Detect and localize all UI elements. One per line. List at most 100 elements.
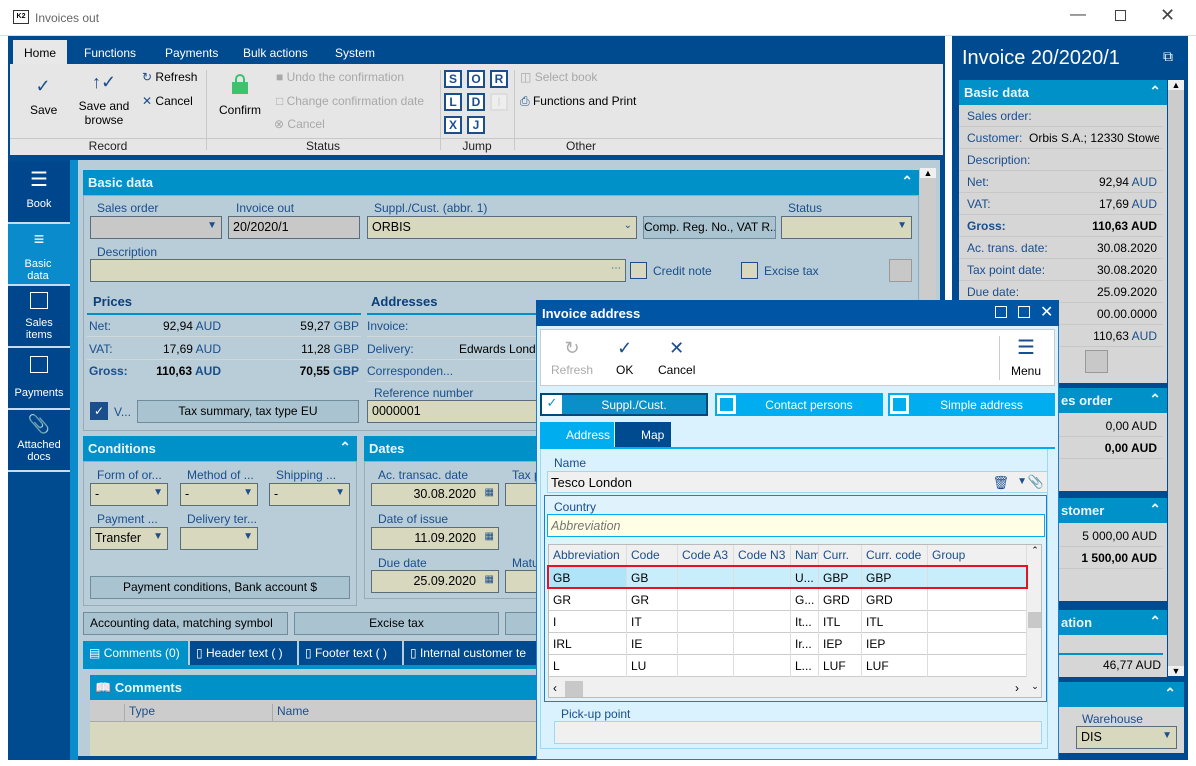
invoice-out-field[interactable]: 20/2020/1	[228, 216, 360, 239]
collapse-icon[interactable]: ⌃	[1149, 83, 1161, 100]
reference-number-field[interactable]: 0000001	[367, 400, 539, 423]
toggle-suppl-cust[interactable]: ✓ Suppl./Cust.	[540, 393, 708, 416]
grid-scrollbar-horizontal[interactable]: ‹ ›	[549, 679, 1027, 697]
jump-r-button[interactable]: R	[490, 70, 508, 88]
trash-icon[interactable]: 🗑	[992, 475, 1009, 491]
ac-transac-date-field[interactable]: 30.08.2020 ▦	[371, 483, 499, 506]
status-field[interactable]: ▼	[781, 216, 912, 239]
close-button[interactable]: ✕	[1160, 5, 1175, 26]
comp-reg-no-button[interactable]: Comp. Reg. No., VAT R...	[643, 216, 776, 239]
collapse-icon[interactable]: ⌃	[1149, 501, 1161, 518]
toggle-contact-persons[interactable]: Contact persons	[715, 393, 883, 416]
collapse-icon[interactable]: ⌃	[1149, 391, 1161, 408]
color-swatch[interactable]	[889, 259, 912, 282]
maximize-button[interactable]	[1115, 10, 1126, 21]
accounting-data-button[interactable]: Accounting data, matching symbol	[83, 612, 288, 635]
confirm-button[interactable]: Confirm	[217, 74, 263, 117]
excise-tax-checkbox[interactable]	[741, 262, 758, 279]
dialog-refresh-button[interactable]: ↻ Refresh	[551, 338, 593, 377]
dialog-tab-address[interactable]: Address	[540, 422, 614, 447]
excise-tax-button[interactable]: Excise tax	[294, 612, 499, 635]
supplier-customer-field[interactable]: ORBIS ⌄	[367, 216, 637, 239]
jump-d-button[interactable]: D	[467, 93, 485, 111]
due-date-field[interactable]: 25.09.2020 ▦	[371, 570, 499, 593]
functions-and-print-button[interactable]: ⎙ Functions and Print	[520, 94, 636, 109]
column-header[interactable]: Code N3	[734, 545, 791, 565]
grid-row[interactable]: I IT It... ITL ITL	[549, 611, 1027, 633]
right-scrollbar[interactable]: ▲ ▼	[1168, 80, 1184, 676]
country-abbreviation-input[interactable]	[547, 514, 1045, 537]
date-of-issue-field[interactable]: 11.09.2020 ▦	[371, 527, 499, 550]
collapse-icon[interactable]: ⌃	[1149, 613, 1161, 630]
jump-i-button[interactable]: I	[490, 93, 508, 111]
jump-j-button[interactable]: J	[467, 116, 485, 134]
payment-field[interactable]: Transfer ▼	[90, 527, 168, 550]
refresh-button[interactable]: ↻ Refresh	[142, 70, 197, 84]
collapse-icon[interactable]: ⌃	[1164, 685, 1176, 702]
dialog-cancel-button[interactable]: ✕ Cancel	[658, 338, 695, 377]
column-type[interactable]: Type	[124, 704, 155, 722]
column-header[interactable]: Code	[627, 545, 678, 565]
tax-summary-button[interactable]: Tax summary, tax type EU	[137, 400, 359, 423]
tab-comments[interactable]: ▤ Comments (0)	[83, 641, 188, 665]
change-confirmation-date-button[interactable]: □ Change confirmation date	[276, 94, 424, 108]
column-header[interactable]: Abbreviation	[549, 545, 627, 565]
maximize-icon[interactable]	[1018, 306, 1030, 318]
v-checkbox[interactable]: ✓	[90, 402, 108, 420]
grid-row[interactable]: GR GR G... GRD GRD	[549, 589, 1027, 611]
ellipsis-icon[interactable]: ⋯	[611, 263, 621, 274]
tab-internal-customer-text[interactable]: ▯ Internal customer te	[404, 641, 540, 665]
pickup-point-field[interactable]	[554, 721, 1042, 744]
shipping-field[interactable]: - ▼	[269, 483, 350, 506]
dialog-ok-button[interactable]: ✓ OK	[616, 338, 633, 377]
ribbon-tab-system[interactable]: System	[335, 46, 375, 60]
ribbon-tab-payments[interactable]: Payments	[165, 46, 218, 60]
popout-icon[interactable]: ⧉	[1163, 48, 1173, 65]
column-name[interactable]: Name	[272, 704, 309, 722]
grid-row[interactable]: IRL IE Ir... IEP IEP	[549, 633, 1027, 655]
sales-order-field[interactable]: ▼	[90, 216, 222, 239]
dock-icon[interactable]	[995, 306, 1007, 318]
sidebar-item-basic-data[interactable]: ≡ Basic data	[8, 224, 70, 286]
ribbon-tab-home[interactable]: Home	[13, 40, 67, 65]
credit-note-checkbox[interactable]	[630, 262, 647, 279]
undo-confirmation-button[interactable]: ■ Undo the confirmation	[276, 70, 404, 84]
calendar-icon[interactable]: ▦	[485, 574, 494, 585]
close-icon[interactable]: ✕	[1040, 302, 1053, 322]
dialog-tab-map[interactable]: Map	[615, 422, 671, 447]
grid-row[interactable]: L LU L... LUF LUF	[549, 655, 1027, 677]
address-row-invoice[interactable]: Invoice:	[367, 315, 537, 337]
jump-x-button[interactable]: X	[444, 116, 462, 134]
paperclip-icon[interactable]: 📎	[1028, 474, 1044, 490]
status-cancel-button[interactable]: ⊗ Cancel	[274, 117, 325, 131]
column-header[interactable]: Nam	[791, 545, 819, 565]
address-row-delivery[interactable]: Delivery:Edwards London	[367, 338, 537, 360]
jump-o-button[interactable]: O	[467, 70, 485, 88]
collapse-icon[interactable]: ⌃	[901, 173, 913, 190]
description-field[interactable]: ⋯	[90, 259, 626, 282]
color-swatch[interactable]	[1085, 350, 1108, 373]
form-of-order-field[interactable]: - ▼	[90, 483, 168, 506]
save-button[interactable]: ✓ Save	[30, 76, 57, 117]
select-book-button[interactable]: ◫ Select book	[520, 70, 597, 84]
column-header[interactable]: Group	[928, 545, 1027, 565]
payment-conditions-button[interactable]: Payment conditions, Bank account $	[90, 576, 350, 599]
save-and-browse-button[interactable]: ↑✓ Save and browse	[78, 72, 130, 127]
ribbon-tab-functions[interactable]: Functions	[84, 46, 136, 60]
calendar-icon[interactable]: ▦	[485, 531, 494, 542]
sidebar-item-attached-docs[interactable]: 📎 Attached docs	[8, 410, 70, 472]
cancel-button[interactable]: ✕ Cancel	[142, 94, 193, 108]
column-header[interactable]: Curr.	[819, 545, 862, 565]
dialog-menu-button[interactable]: ☰ Menu	[1011, 338, 1041, 378]
minimize-button[interactable]: —	[1070, 6, 1086, 24]
sidebar-item-payments[interactable]: Payments	[8, 348, 70, 410]
name-field[interactable]: Tesco London 🗑 ▼ 📎	[547, 471, 1048, 493]
sidebar-item-sales-items[interactable]: Sales items	[8, 286, 70, 348]
jump-l-button[interactable]: L	[444, 93, 462, 111]
collapse-icon[interactable]: ⌃	[339, 439, 351, 456]
calendar-icon[interactable]: ▦	[485, 487, 494, 498]
address-row-correspondence[interactable]: Corresponden...	[367, 360, 537, 382]
tab-footer-text[interactable]: ▯ Footer text ( )	[299, 641, 402, 665]
column-header[interactable]: Curr. code	[862, 545, 928, 565]
jump-s-button[interactable]: S	[444, 70, 462, 88]
